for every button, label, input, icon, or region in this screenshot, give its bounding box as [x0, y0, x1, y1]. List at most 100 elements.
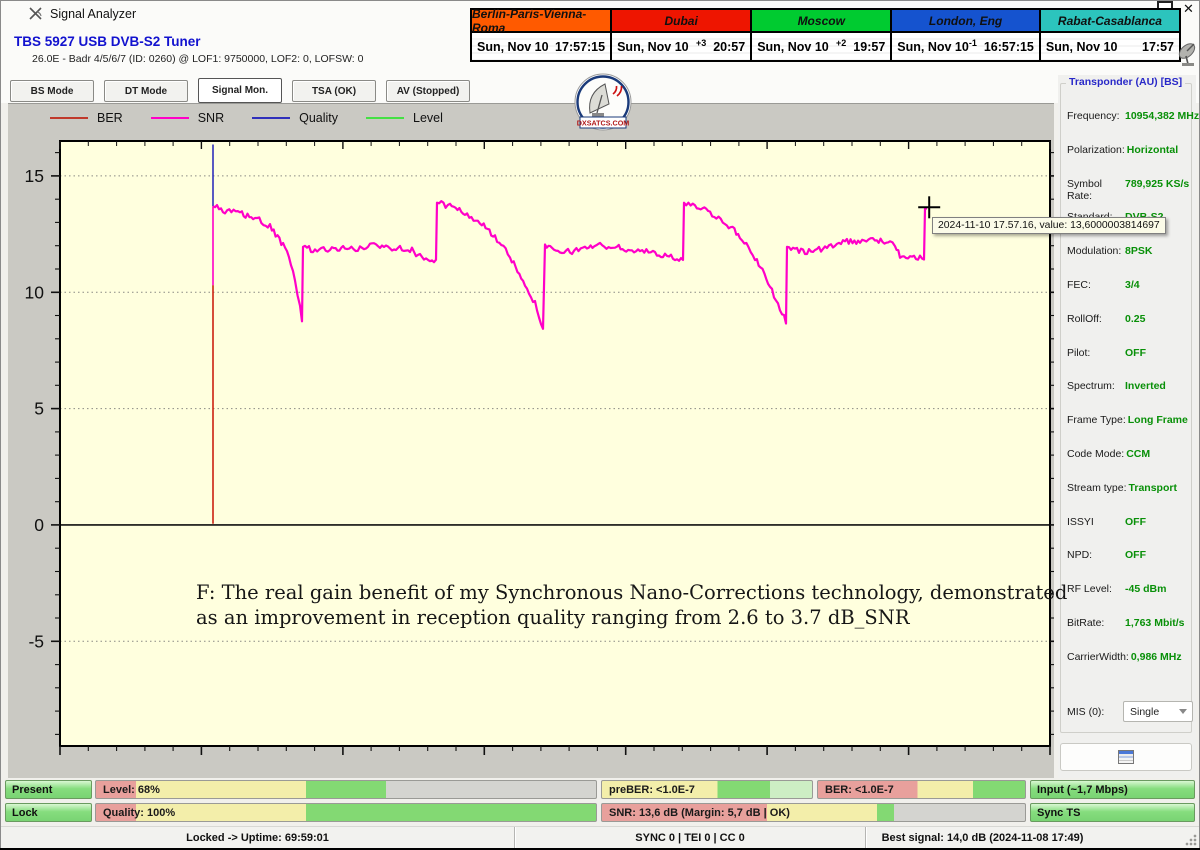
logo-text: DXSATCS.COM	[577, 119, 630, 128]
field-value: OFF	[1125, 516, 1146, 528]
clock-cell-1: DubaiSun, Nov 10+320:57	[612, 10, 752, 60]
signal-analyzer-window: { "window": {"title": "Signal Analyzer",…	[0, 0, 1200, 850]
world-clock-table: Berlin-Paris-Vienna-RomaSun, Nov 1017:57…	[470, 8, 1181, 62]
clock-date: Sun, Nov 10	[897, 40, 969, 54]
tab-dt-mode[interactable]: DT Mode	[104, 80, 188, 102]
annotation-text: F: The real gain benefit of my Synchrono…	[196, 580, 1067, 630]
field-row-bitrate: BitRate:1,763 Mbit/s	[1067, 617, 1189, 629]
clock-utc-offset: +3	[696, 38, 706, 48]
field-value: 0,986 MHz	[1131, 651, 1182, 663]
mis-dropdown[interactable]: Single	[1123, 701, 1193, 722]
field-label: FEC:	[1067, 279, 1123, 291]
transponder-panel: Transponder (AU) [BS] MIS (0): Single Fr…	[1058, 75, 1196, 778]
legend-item-quality: Quality	[252, 111, 338, 125]
clock-city: Rabat-Casablanca	[1041, 10, 1179, 33]
status-meter: Quality: 100%	[95, 803, 597, 822]
clock-date: Sun, Nov 10	[757, 40, 829, 54]
clock-time: 20:57	[713, 40, 745, 54]
chart-tooltip: 2024-11-10 17.57.16, value: 13,600000381…	[932, 217, 1166, 234]
statusbar-sync-counters: SYNC 0 | TEI 0 | CC 0	[515, 827, 866, 849]
status-pill-lock: Lock	[5, 803, 92, 822]
statusbar-best-signal: Best signal: 14,0 dB (2024-11-08 17:49)	[866, 827, 1199, 849]
tab-bs-mode[interactable]: BS Mode	[10, 80, 94, 102]
field-value: Long Frame	[1128, 414, 1188, 426]
field-value: Inverted	[1125, 380, 1166, 392]
legend-swatch	[366, 117, 404, 119]
field-label: Frame Type:	[1067, 414, 1126, 426]
list-icon	[1118, 750, 1134, 764]
field-row-modulation: Modulation:8PSK	[1067, 245, 1189, 257]
mis-row: MIS (0): Single	[1067, 701, 1193, 722]
status-pill-present: Present	[5, 780, 92, 799]
transponder-groupbox: Transponder (AU) [BS] MIS (0): Single Fr…	[1060, 83, 1192, 733]
clock-time: 17:57	[1142, 40, 1174, 54]
tab-tsa-ok[interactable]: TSA (OK)	[292, 80, 376, 102]
y-axis-label: 15	[25, 166, 44, 186]
clock-cell-3: London, EngSun, Nov 10-116:57:15	[892, 10, 1041, 60]
field-label: Code Mode:	[1067, 448, 1124, 460]
status-pill-sync-ts: Sync TS	[1030, 803, 1195, 822]
field-label: BitRate:	[1067, 617, 1123, 629]
signal-chart[interactable]: 151050-5	[8, 104, 1054, 778]
y-axis-label: 0	[34, 515, 44, 535]
clock-date: Sun, Nov 10	[477, 40, 549, 54]
clock-time: 16:57:15	[984, 40, 1034, 54]
window-title: Signal Analyzer	[50, 7, 136, 21]
field-label: Polarization:	[1067, 144, 1125, 156]
status-meter-label: SNR: 13,6 dB (Margin: 5,7 dB | OK)	[602, 807, 790, 819]
tuner-name: TBS 5927 USB DVB-S2 Tuner	[14, 34, 201, 49]
clock-time: 19:57	[853, 40, 885, 54]
transponder-title: Transponder (AU) [BS]	[1066, 76, 1185, 88]
field-row-rf-level: RF Level:-45 dBm	[1067, 583, 1189, 595]
y-axis-label: -5	[28, 631, 44, 651]
field-value: 10954,382 MHz	[1125, 110, 1199, 122]
clock-utc-offset: +2	[836, 38, 846, 48]
field-row-frequency: Frequency:10954,382 MHz	[1067, 110, 1189, 122]
close-button[interactable]: ✕	[1183, 2, 1194, 16]
clock-cell-4: Rabat-Casablanca Sun, Nov 10 17:57	[1041, 10, 1179, 60]
field-label: ISSYI	[1067, 516, 1123, 528]
status-meter-label: preBER: <1.0E-7	[602, 784, 695, 796]
tab-signal-mon[interactable]: Signal Mon.	[198, 78, 282, 103]
satellite-dish-icon	[1176, 40, 1200, 68]
field-value: OFF	[1125, 549, 1146, 561]
clock-time-row: Sun, Nov 10 17:57	[1041, 33, 1179, 60]
field-value: 1,763 Mbit/s	[1125, 617, 1185, 629]
field-value: CCM	[1126, 448, 1150, 460]
app-antenna-icon	[27, 5, 44, 22]
field-value: Transport	[1129, 482, 1177, 494]
field-row-carrierwidth: CarrierWidth:0,986 MHz	[1067, 651, 1189, 663]
clock-cell-2: MoscowSun, Nov 10+219:57	[752, 10, 892, 60]
field-label: RF Level:	[1067, 583, 1123, 595]
legend-label: SNR	[198, 111, 224, 125]
status-meter: SNR: 13,6 dB (Margin: 5,7 dB | OK)	[601, 803, 1026, 822]
clock-date: Sun, Nov 10	[617, 40, 689, 54]
field-label: Modulation:	[1067, 245, 1123, 257]
legend-label: BER	[97, 111, 123, 125]
field-label: RollOff:	[1067, 313, 1123, 325]
mis-label: MIS (0):	[1067, 706, 1123, 718]
field-row-frame-type: Frame Type:Long Frame	[1067, 414, 1189, 426]
clock-time-row: Sun, Nov 10 +2 19:57	[752, 33, 890, 60]
chart-legend: BERSNRQualityLevel	[50, 111, 443, 125]
field-row-rolloff: RollOff:0.25	[1067, 313, 1189, 325]
field-value: 0.25	[1125, 313, 1145, 325]
transponder-list-button[interactable]	[1060, 743, 1192, 771]
field-label: NPD:	[1067, 549, 1123, 561]
tab-av-stopped[interactable]: AV (Stopped)	[386, 80, 470, 102]
annotation-line2: as an improvement in reception quality r…	[196, 605, 1067, 630]
field-row-pilot: Pilot:OFF	[1067, 347, 1189, 359]
field-row-fec: FEC:3/4	[1067, 279, 1189, 291]
legend-swatch	[252, 117, 290, 119]
field-label: Spectrum:	[1067, 380, 1123, 392]
annotation-line1: F: The real gain benefit of my Synchrono…	[196, 580, 1067, 605]
status-meter: Level: 68%	[95, 780, 597, 799]
clock-utc-offset: -1	[969, 38, 977, 48]
field-row-polarization: Polarization:Horizontal	[1067, 144, 1189, 156]
field-value: OFF	[1125, 347, 1146, 359]
mis-value: Single	[1130, 706, 1159, 718]
clock-date: Sun, Nov 10	[1046, 40, 1118, 54]
resize-grip[interactable]	[1185, 834, 1197, 846]
clock-time-row: Sun, Nov 1017:57:15	[472, 33, 610, 60]
clock-time-row: Sun, Nov 10 +3 20:57	[612, 33, 750, 60]
